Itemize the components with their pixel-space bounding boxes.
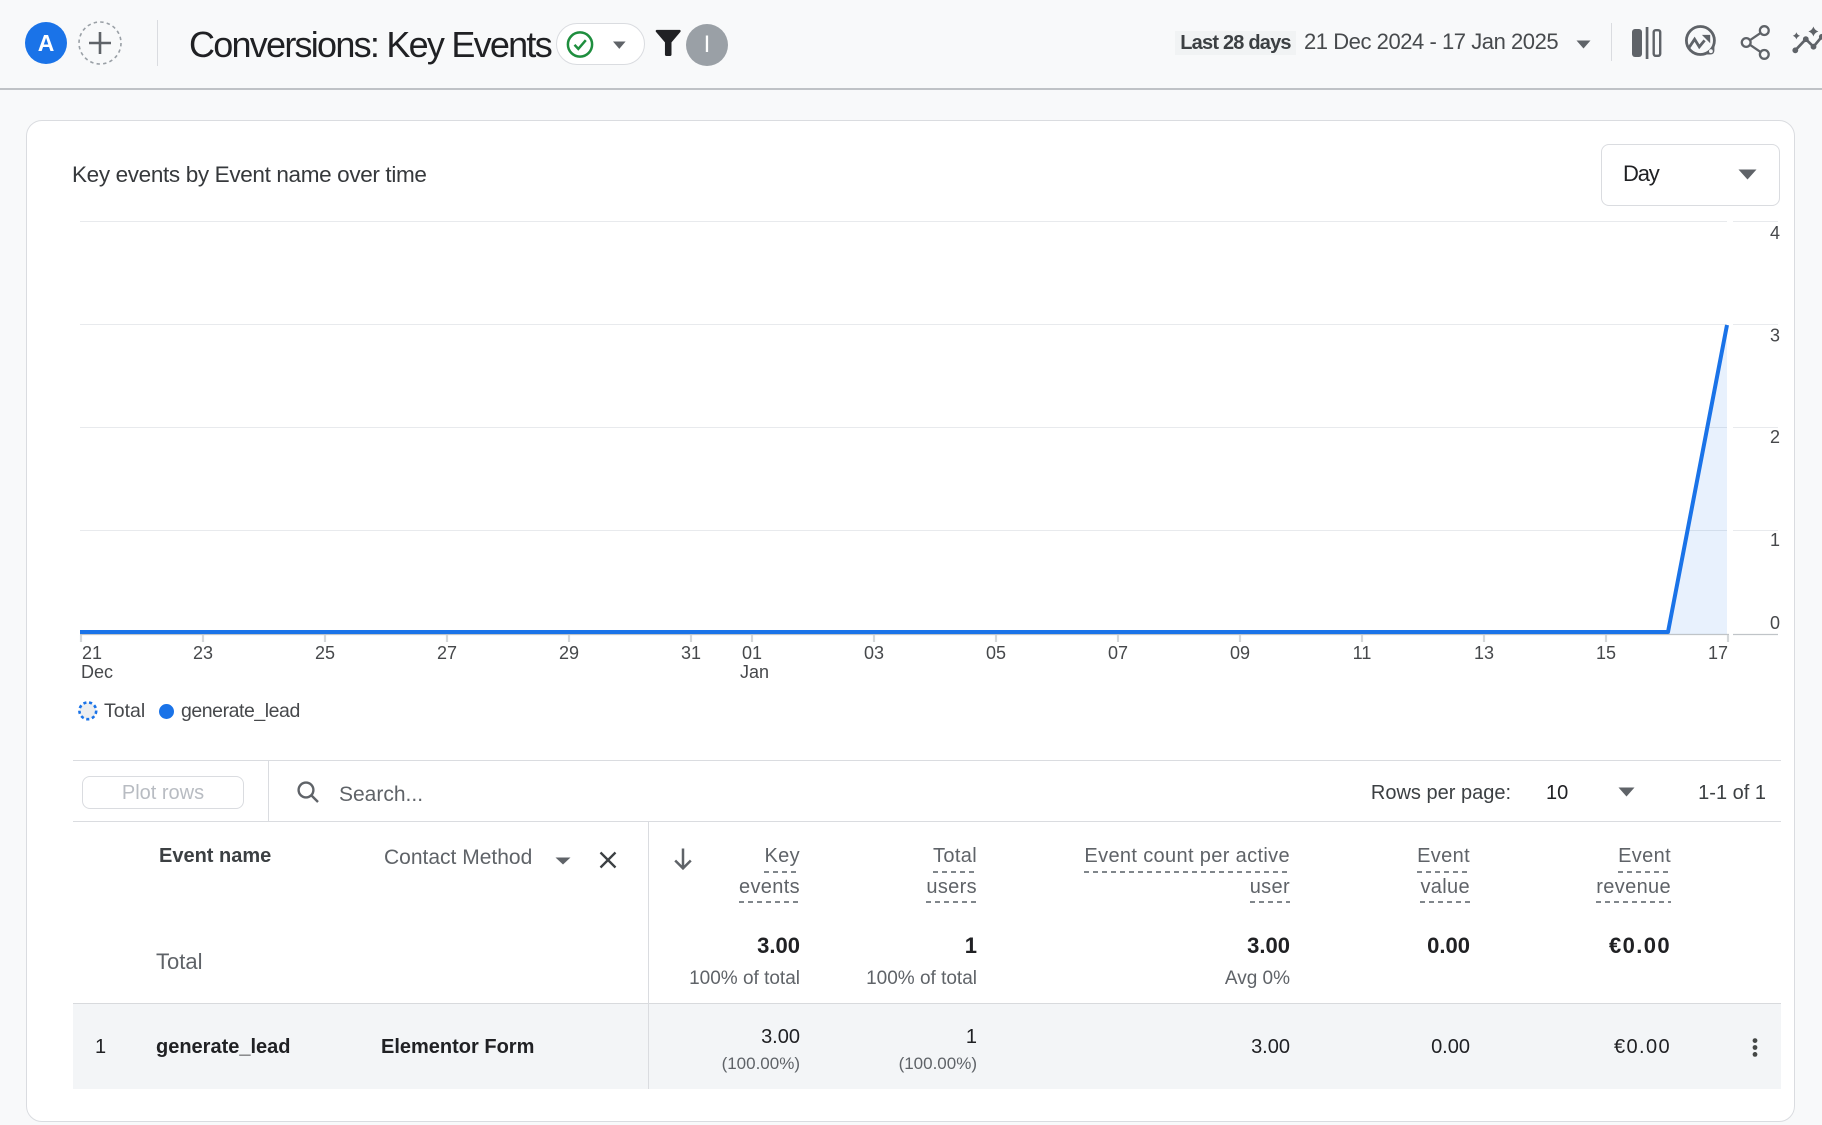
svg-text:23: 23 bbox=[193, 643, 213, 663]
svg-text:13: 13 bbox=[1474, 643, 1494, 663]
svg-text:31: 31 bbox=[681, 643, 701, 663]
svg-text:09: 09 bbox=[1230, 643, 1250, 663]
svg-text:0: 0 bbox=[1770, 613, 1780, 633]
svg-text:07: 07 bbox=[1108, 643, 1128, 663]
svg-text:Jan: Jan bbox=[740, 662, 769, 682]
svg-text:01: 01 bbox=[742, 643, 762, 663]
svg-text:2: 2 bbox=[1770, 427, 1780, 447]
svg-text:4: 4 bbox=[1770, 223, 1780, 243]
svg-text:27: 27 bbox=[437, 643, 457, 663]
svg-text:1: 1 bbox=[1770, 530, 1780, 550]
svg-text:11: 11 bbox=[1353, 643, 1372, 663]
svg-text:17: 17 bbox=[1708, 643, 1728, 663]
svg-text:3: 3 bbox=[1770, 326, 1780, 346]
svg-text:Dec: Dec bbox=[81, 662, 113, 682]
svg-text:05: 05 bbox=[986, 643, 1006, 663]
svg-text:29: 29 bbox=[559, 643, 579, 663]
svg-text:03: 03 bbox=[864, 643, 884, 663]
svg-text:21: 21 bbox=[82, 643, 102, 663]
svg-text:25: 25 bbox=[315, 643, 335, 663]
svg-text:15: 15 bbox=[1596, 643, 1616, 663]
